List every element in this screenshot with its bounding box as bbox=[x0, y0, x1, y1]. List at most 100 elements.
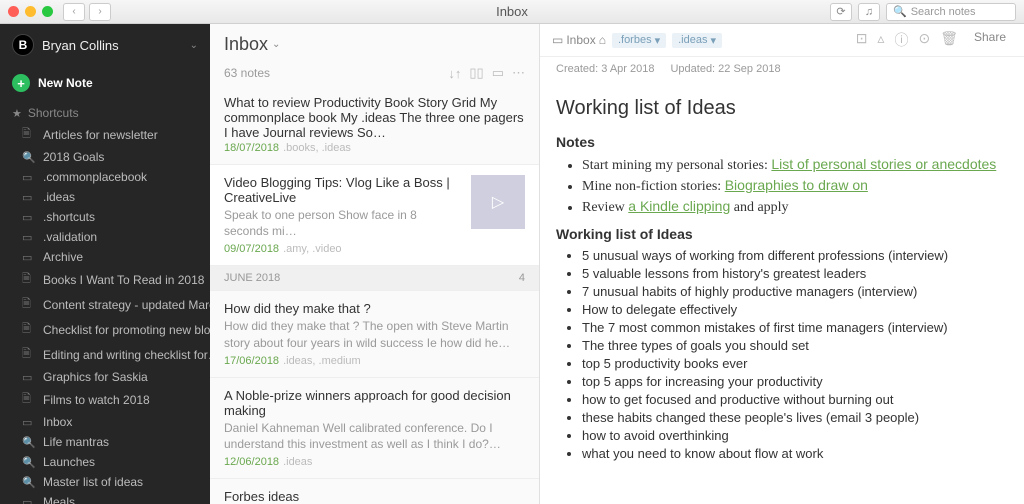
sidebar-item[interactable]: ▭.shortcuts bbox=[0, 207, 210, 227]
share-button[interactable]: Share bbox=[968, 30, 1012, 50]
sidebar-item[interactable]: ▭.commonplacebook bbox=[0, 167, 210, 187]
chevron-down-icon: ⌄ bbox=[272, 39, 280, 50]
present-icon[interactable]: ▵ bbox=[877, 30, 884, 50]
note-item[interactable]: ▷Video Blogging Tips: Vlog Like a Boss |… bbox=[210, 165, 539, 266]
search-icon: 🔍 bbox=[22, 476, 35, 489]
list-item: How to delegate effectively bbox=[582, 302, 1008, 317]
sidebar-item[interactable]: ▭ Archive bbox=[0, 247, 210, 267]
sidebar-item[interactable]: ▭ Meals bbox=[0, 492, 210, 504]
reminder-icon[interactable]: ⊡ bbox=[856, 30, 868, 50]
sidebar-item-label: Books I Want To Read in 2018 bbox=[43, 273, 204, 287]
sidebar-item-label: Editing and writing checklist for… bbox=[43, 348, 210, 362]
doc-icon: 🗎 bbox=[22, 270, 35, 289]
sidebar-item-label: Life mantras bbox=[43, 435, 109, 449]
note-link[interactable]: Biographies to draw on bbox=[725, 177, 868, 193]
forward-button[interactable]: › bbox=[89, 3, 111, 21]
sidebar-item[interactable]: ▭Inbox bbox=[0, 412, 210, 432]
trash-icon[interactable]: 🗑 bbox=[940, 30, 958, 50]
sidebar-item-label: Meals bbox=[43, 495, 75, 504]
list-item: top 5 apps for increasing your productiv… bbox=[582, 374, 1008, 389]
breadcrumb[interactable]: ▭ Inbox ⌂ bbox=[552, 33, 606, 47]
book-icon: ▭ bbox=[22, 371, 35, 384]
note-item-meta: 12/06/2018.ideas bbox=[224, 456, 525, 468]
sidebar-item[interactable]: 🔍2018 Goals bbox=[0, 147, 210, 167]
sidebar-item-label: Inbox bbox=[43, 415, 72, 429]
list-item: what you need to know about flow at work bbox=[582, 446, 1008, 461]
maximize-icon[interactable] bbox=[42, 6, 53, 17]
tag-ideas[interactable]: .ideas ▾ bbox=[672, 33, 722, 48]
history-icon[interactable]: ⊙ bbox=[918, 30, 930, 50]
account-menu[interactable]: B Bryan Collins ⌄ bbox=[0, 24, 210, 66]
window-title: Inbox bbox=[496, 4, 528, 19]
note-list: Inbox ⌄ 63 notes ↓↑ ▯▯ ▭ ⋯ What to revie… bbox=[210, 24, 540, 504]
list-item: top 5 productivity books ever bbox=[582, 356, 1008, 371]
sidebar-item[interactable]: 🔍Life mantras bbox=[0, 432, 210, 452]
note-detail: ▭ Inbox ⌂ .forbes ▾ .ideas ▾ ⊡ ▵ ⓘ ⊙ 🗑 S… bbox=[540, 24, 1024, 504]
sidebar-item[interactable]: 🗎Checklist for promoting new blo… bbox=[0, 317, 210, 342]
info-icon[interactable]: ⓘ bbox=[894, 30, 908, 50]
sort-button[interactable]: ↓↑ bbox=[448, 66, 461, 81]
doc-icon: 🗎 bbox=[22, 125, 35, 144]
note-item-title: How did they make that ? bbox=[224, 301, 525, 316]
sidebar-item[interactable]: 🔍Launches bbox=[0, 452, 210, 472]
shortcuts-label: Shortcuts bbox=[28, 106, 79, 120]
note-item-preview: Speak to one person Show face in 8 secon… bbox=[224, 207, 463, 239]
sidebar-item[interactable]: ▭.ideas bbox=[0, 187, 210, 207]
sidebar-item-label: .ideas bbox=[43, 190, 75, 204]
sidebar-item-label: Content strategy - updated Marc… bbox=[43, 298, 210, 312]
note-title: Working list of Ideas bbox=[556, 97, 1008, 120]
close-icon[interactable] bbox=[8, 6, 19, 17]
doc-icon: 🗎 bbox=[22, 345, 35, 364]
sidebar-item[interactable]: 🗎 Books I Want To Read in 2018 bbox=[0, 267, 210, 292]
doc-icon: 🗎 bbox=[22, 390, 35, 409]
book-icon: ▭ bbox=[22, 171, 35, 184]
sync-button[interactable]: ⟳ bbox=[830, 3, 852, 21]
book-icon: ▭ bbox=[22, 496, 35, 504]
list-item: how to avoid overthinking bbox=[582, 428, 1008, 443]
minimize-icon[interactable] bbox=[25, 6, 36, 17]
list-item: these habits changed these people's live… bbox=[582, 410, 1008, 425]
user-name: Bryan Collins bbox=[42, 38, 182, 53]
note-item[interactable]: Forbes ideasLinear progression vs norm f… bbox=[210, 479, 539, 504]
filter-button[interactable]: ▭ bbox=[492, 65, 504, 81]
book-icon: ▭ bbox=[22, 211, 35, 224]
sidebar-item-label: Archive bbox=[43, 250, 83, 264]
sidebar-item[interactable]: 🗎Films to watch 2018 bbox=[0, 387, 210, 412]
note-item-preview: How did they make that ? The open with S… bbox=[224, 318, 525, 350]
list-title[interactable]: Inbox ⌄ bbox=[224, 34, 525, 55]
sidebar-item[interactable]: ▭.validation bbox=[0, 227, 210, 247]
star-icon: ★ bbox=[12, 107, 22, 120]
new-note-button[interactable]: + New Note bbox=[0, 66, 210, 100]
note-link[interactable]: a Kindle clipping bbox=[628, 198, 730, 214]
search-icon: 🔍 bbox=[22, 456, 35, 469]
sidebar-item[interactable]: 🗎Content strategy - updated Marc… bbox=[0, 292, 210, 317]
list-item: how to get focused and productive withou… bbox=[582, 392, 1008, 407]
sidebar-item-label: Master list of ideas bbox=[43, 475, 143, 489]
note-body[interactable]: Working list of Ideas Notes Start mining… bbox=[540, 81, 1024, 485]
list-item: 5 unusual ways of working from different… bbox=[582, 248, 1008, 263]
more-button[interactable]: ⋯ bbox=[512, 65, 525, 81]
avatar: B bbox=[12, 34, 34, 56]
book-icon: ▭ bbox=[22, 251, 35, 264]
ideas-heading: Working list of Ideas bbox=[556, 226, 1008, 242]
back-button[interactable]: ‹ bbox=[63, 3, 85, 21]
list-item: 5 valuable lessons from history's greate… bbox=[582, 266, 1008, 281]
tag-forbes[interactable]: .forbes ▾ bbox=[612, 33, 666, 48]
note-item-meta: 18/07/2018.books, .ideas bbox=[224, 142, 525, 154]
note-item[interactable]: How did they make that ? How did they mak… bbox=[210, 291, 539, 377]
sidebar-item[interactable]: 🗎Articles for newsletter bbox=[0, 122, 210, 147]
plus-icon: + bbox=[12, 74, 30, 92]
shortcuts-header[interactable]: ★ Shortcuts bbox=[0, 100, 210, 122]
note-item[interactable]: What to review Productivity Book Story G… bbox=[210, 85, 539, 165]
activity-button[interactable]: ♫ bbox=[858, 3, 880, 21]
note-link[interactable]: List of personal stories or anecdotes bbox=[771, 156, 996, 172]
book-icon: ▭ bbox=[22, 231, 35, 244]
sidebar-item[interactable]: ▭Graphics for Saskia bbox=[0, 367, 210, 387]
sidebar-item[interactable]: 🗎 Editing and writing checklist for… bbox=[0, 342, 210, 367]
note-item[interactable]: A Noble-prize winners approach for good … bbox=[210, 378, 539, 479]
sidebar-item[interactable]: 🔍 Master list of ideas bbox=[0, 472, 210, 492]
search-input[interactable]: 🔍 Search notes bbox=[886, 3, 1016, 21]
view-button[interactable]: ▯▯ bbox=[469, 65, 483, 81]
list-item: 7 unusual habits of highly productive ma… bbox=[582, 284, 1008, 299]
search-placeholder: Search notes bbox=[911, 6, 976, 18]
